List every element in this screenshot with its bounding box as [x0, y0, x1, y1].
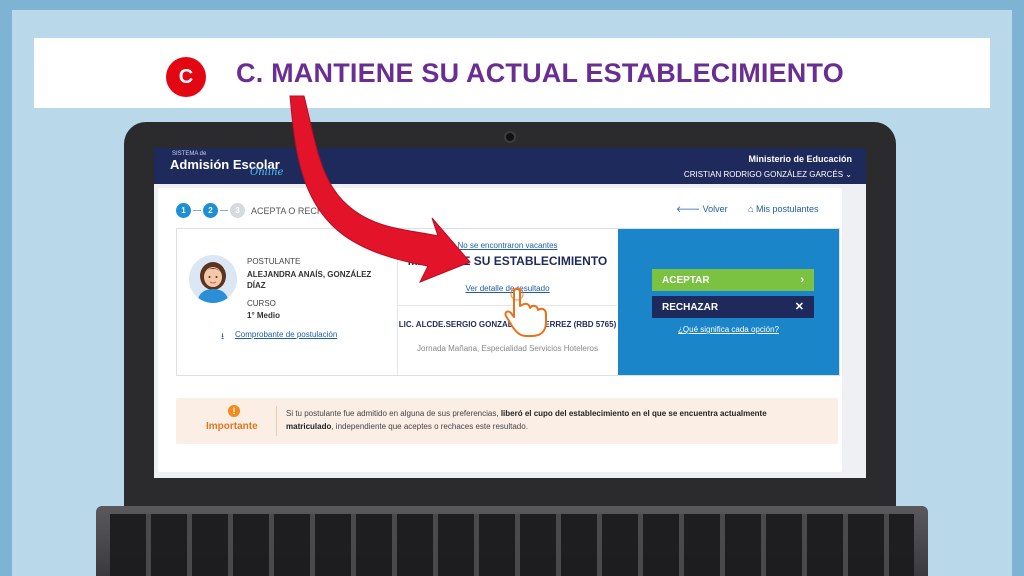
section-badge: C: [166, 57, 206, 97]
step-2: 2: [203, 203, 218, 218]
notice-text: Si tu postulante fue admitido en alguna …: [286, 407, 816, 433]
background-frame-top: [0, 0, 1024, 10]
step-3: 3: [230, 203, 245, 218]
app-header: SISTEMA de Admisión Escolar Online Minis…: [154, 148, 866, 184]
laptop-screen: SISTEMA de Admisión Escolar Online Minis…: [154, 148, 866, 478]
notice-text-part-2: , independiente que aceptes o rechaces e…: [331, 422, 528, 431]
user-menu[interactable]: CRISTIAN RODRIGO GONZÁLEZ GARCÉS ⌄: [684, 170, 852, 179]
back-label: Volver: [702, 204, 728, 214]
webcam-icon: [504, 131, 516, 143]
background-frame-left: [0, 0, 12, 576]
ministry-label: Ministerio de Educación: [748, 154, 852, 164]
receipt-link[interactable]: Comprobante de postulación: [235, 330, 337, 339]
reject-label: RECHAZAR: [662, 302, 719, 313]
background-frame-right: [1012, 0, 1024, 576]
my-applicants-link[interactable]: ⌂ Mis postulantes: [748, 204, 818, 214]
chevron-right-icon: ›: [800, 274, 804, 286]
accept-label: ACEPTAR: [662, 275, 710, 286]
result-panel: POSTULANTE ALEJANDRA ANAÍS, GONZÁLEZ DÍA…: [176, 228, 840, 376]
accept-button[interactable]: ACEPTAR ›: [652, 269, 814, 291]
course-value: 1° Medio: [247, 311, 280, 320]
slide-title: C. MANTIENE SU ACTUAL ESTABLECIMIENTO: [236, 58, 844, 88]
result-detail-link[interactable]: Ver detalle de resultado: [398, 284, 617, 293]
options-help-link[interactable]: ¿Qué significa cada opción?: [618, 325, 839, 334]
applicant-column: POSTULANTE ALEJANDRA ANAÍS, GONZÁLEZ DÍA…: [177, 229, 398, 375]
user-name: CRISTIAN RODRIGO GONZÁLEZ GARCÉS: [683, 170, 844, 179]
progress-steps: 1 2 3 ACEPTA O RECHAZA: [176, 203, 341, 218]
step-separator: [193, 210, 201, 211]
home-icon: ⌂: [748, 204, 754, 214]
step-1: 1: [176, 203, 191, 218]
important-notice: ! Importante Si tu postulante fue admiti…: [176, 398, 838, 444]
school-name: LIC. ALCDE.SERGIO GONZALEZ GUTIERREZ (RB…: [398, 320, 617, 329]
logo-online: Online: [250, 167, 284, 178]
result-status-area: No se encontraron vacantes MANTIENE SU E…: [398, 229, 617, 306]
notice-divider: [276, 406, 277, 436]
course-label: CURSO: [247, 299, 276, 308]
back-link[interactable]: 🡐 Volver: [676, 204, 728, 215]
result-column: No se encontraron vacantes MANTIENE SU E…: [398, 229, 617, 375]
avatar: [189, 255, 237, 303]
result-status: MANTIENE SU ESTABLECIMIENTO: [407, 254, 608, 268]
reject-button[interactable]: RECHAZAR ✕: [652, 296, 814, 318]
notice-label: Importante: [206, 421, 258, 432]
my-applicants-label: Mis postulantes: [755, 204, 819, 214]
applicant-label: POSTULANTE: [247, 257, 301, 266]
notice-text-part-1: Si tu postulante fue admitido en alguna …: [286, 409, 501, 418]
close-icon: ✕: [794, 301, 804, 313]
arrow-left-icon: 🡐: [676, 204, 701, 214]
result-card: 1 2 3 ACEPTA O RECHAZA 🡐 Volver ⌂ Mis po…: [158, 188, 842, 472]
step-label: ACEPTA O RECHAZA: [251, 205, 341, 216]
action-panel: ACEPTAR › RECHAZAR ✕ ¿Qué significa cada…: [618, 229, 839, 375]
warning-icon: !: [228, 405, 240, 417]
step-separator: [220, 210, 228, 211]
applicant-name: ALEJANDRA ANAÍS, GONZÁLEZ DÍAZ: [247, 270, 372, 290]
school-details: Jornada Mañana, Especialidad Servicios H…: [417, 344, 598, 353]
chevron-down-icon: ⌄: [845, 170, 852, 179]
no-vacancies-link[interactable]: No se encontraron vacantes: [398, 241, 617, 250]
keyboard: [110, 514, 914, 576]
download-icon: ⭳: [221, 331, 225, 341]
